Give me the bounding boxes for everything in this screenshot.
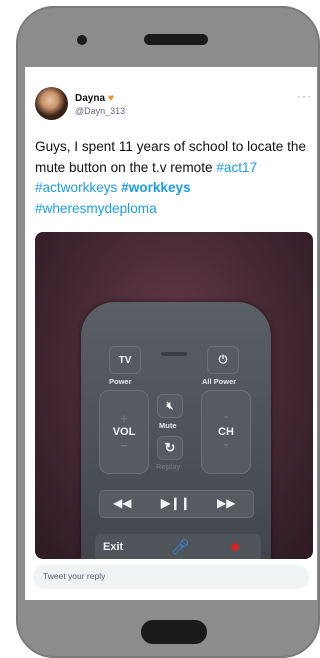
power-label: Power	[109, 377, 132, 386]
mute-icon: 🔇︎	[157, 394, 183, 418]
home-button[interactable]	[141, 620, 207, 644]
exit-label: Exit	[103, 541, 124, 553]
author-name-text: Dayna	[75, 93, 106, 104]
volume-rocker: + VOL −	[99, 390, 149, 474]
hashtag-workkeys[interactable]: #workkeys	[121, 180, 191, 195]
author-handle[interactable]: @Dayn_313	[75, 106, 125, 116]
power-icon: ⏻	[207, 346, 239, 374]
tweet-photo[interactable]: TV Power ⏻ All Power + VOL − 🔇︎ Mute ↻ R…	[35, 232, 313, 559]
reply-input[interactable]: Tweet your reply	[33, 565, 309, 589]
replay-icon: ↻	[157, 436, 183, 460]
bottom-controls: Exit 🎤︎	[95, 534, 261, 559]
tweet-text: Guys, I spent 11 years of school to loca…	[35, 137, 311, 219]
author-name[interactable]: Dayna ♥	[75, 93, 114, 104]
mute-label: Mute	[159, 421, 177, 430]
tweet-body: Guys, I spent 11 years of school to loca…	[35, 139, 307, 175]
microphone-icon: 🎤︎	[171, 539, 191, 556]
hashtag-act17[interactable]: #act17	[216, 160, 257, 175]
channel-up-icon: ⌃	[221, 415, 231, 426]
tv-remote: TV Power ⏻ All Power + VOL − 🔇︎ Mute ↻ R…	[81, 302, 271, 559]
play-pause-icon: ▶❙❙	[161, 496, 191, 510]
ch-label: CH	[218, 426, 234, 438]
screen: Dayna ♥ @Dayn_313 ··· Guys, I spent 11 ye…	[25, 67, 317, 600]
hashtag-actworkkeys[interactable]: #actworkkeys	[35, 180, 117, 195]
all-power-label: All Power	[202, 377, 237, 386]
replay-label: Replay	[156, 462, 181, 471]
hashtag-wheresmydeploma[interactable]: #wheresmydeploma	[35, 201, 157, 216]
volume-up-icon: +	[120, 411, 128, 426]
orange-heart-icon: ♥	[108, 93, 114, 104]
vol-label: VOL	[112, 426, 136, 438]
volume-down-icon: −	[120, 438, 128, 453]
record-icon	[231, 543, 239, 551]
earpiece-speaker	[144, 34, 208, 45]
rewind-icon: ◀◀	[113, 496, 132, 510]
channel-rocker: ⌃ CH ⌄	[201, 390, 251, 474]
avatar[interactable]	[35, 87, 68, 120]
channel-down-icon: ⌄	[221, 438, 231, 449]
front-camera	[77, 35, 87, 45]
remote-indicator-slot	[161, 352, 187, 356]
reply-placeholder: Tweet your reply	[43, 571, 106, 581]
tv-button: TV	[109, 346, 141, 374]
media-controls: ◀◀ ▶❙❙ ▶▶	[99, 490, 254, 518]
more-horizontal-icon[interactable]: ···	[297, 89, 312, 103]
tv-button-label: TV	[118, 354, 132, 366]
fast-forward-icon: ▶▶	[217, 496, 236, 510]
